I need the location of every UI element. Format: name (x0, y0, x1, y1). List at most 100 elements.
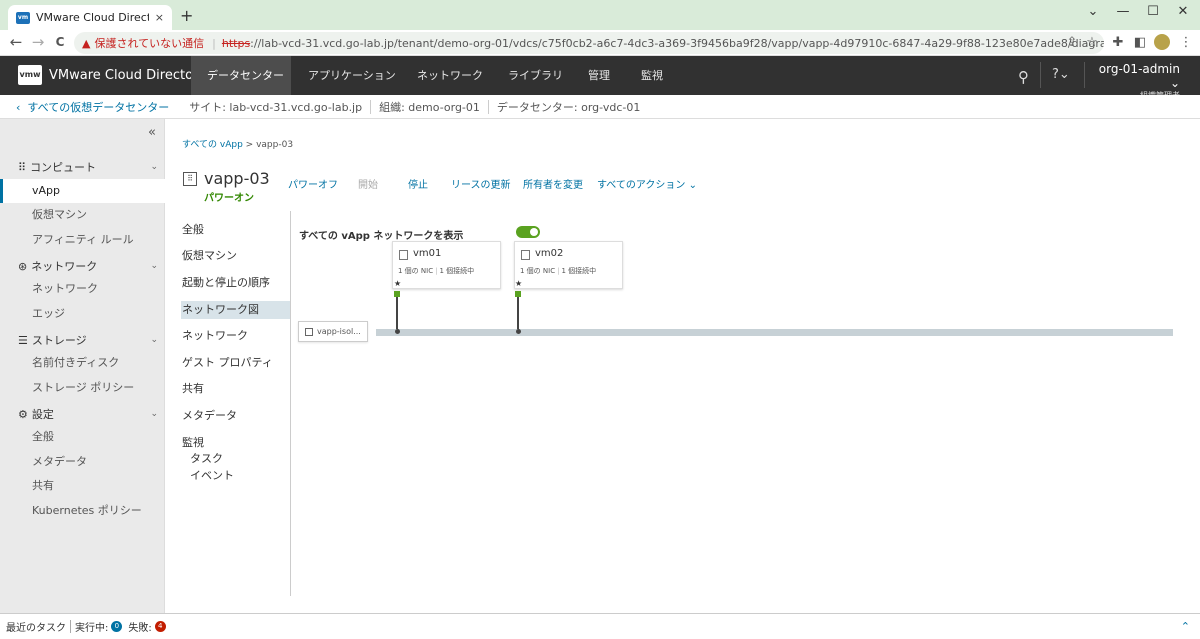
vm-icon (399, 250, 408, 260)
running-count-badge[interactable]: 0 (111, 621, 123, 632)
reload-icon[interactable]: C (50, 35, 70, 49)
vm-card-vm01[interactable]: vm01 1 個の NIC | 1 個接続中 (392, 241, 501, 289)
sidebar-item-storage-policies[interactable]: ストレージ ポリシー (0, 376, 165, 400)
sidebar-item-vapp[interactable]: vApp (0, 179, 165, 203)
tab-network-diagram[interactable]: ネットワーク図 (181, 301, 290, 319)
all-actions-dropdown[interactable]: すべてのアクション ⌄ (597, 176, 697, 191)
breadcrumb: すべての vApp > vapp-03 (182, 137, 293, 150)
minimize-button[interactable]: — (1108, 4, 1138, 19)
tab-sharing[interactable]: 共有 (181, 380, 290, 398)
sidebar-group-label: ネットワーク (31, 260, 98, 273)
nav-libraries[interactable]: ライブラリ (492, 56, 579, 95)
chevron-down-icon: ⌄ (150, 335, 158, 345)
nav-datacenter[interactable]: データセンター (191, 56, 291, 95)
tab-general[interactable]: 全般 (181, 221, 290, 239)
failed-count-badge[interactable]: 4 (154, 621, 166, 632)
recent-tasks-label[interactable]: 最近のタスク (6, 619, 66, 634)
sidebar-group-networking[interactable]: ⊛ ネットワーク ⌄ (18, 258, 158, 274)
context-divider (370, 99, 372, 114)
show-all-networks-toggle[interactable] (516, 226, 540, 238)
warning-icon: ▲ (82, 36, 91, 50)
datacenter-label: データセンター: org-vdc-01 (496, 100, 641, 114)
url-path: ://lab-vcd-31.vcd.go-lab.jp/tenant/demo-… (250, 36, 1104, 50)
sidebar-item-metadata[interactable]: メタデータ (0, 450, 165, 474)
nav-networks[interactable]: ネットワーク (401, 56, 499, 95)
extensions-icon[interactable]: ✚ (1108, 35, 1128, 50)
breadcrumb-current: vapp-03 (256, 140, 294, 150)
sidebar-item-networks[interactable]: ネットワーク (0, 277, 165, 301)
vmware-logo: vmw (18, 65, 42, 85)
start-button[interactable]: 開始 (358, 176, 378, 191)
tab-vms[interactable]: 仮想マシン (181, 247, 290, 265)
tab-events[interactable]: イベント (181, 467, 290, 485)
browser-tab-title: VMware Cloud Director - vApp (36, 11, 149, 24)
sidebar-group-label: 設定 (31, 408, 54, 421)
share-icon[interactable]: ⇪ (1062, 35, 1082, 50)
help-icon[interactable]: ?⌄ (1052, 67, 1070, 82)
bookmark-star-icon[interactable]: ☆ (1082, 35, 1102, 50)
search-icon[interactable]: ⚲ (1018, 68, 1029, 86)
stop-button[interactable]: 停止 (408, 176, 428, 191)
sidebar-group-label: コンピュート (30, 161, 97, 174)
header-divider (1084, 62, 1085, 88)
connection-dot (395, 329, 400, 334)
back-link-label: すべての仮想データセンター (27, 100, 170, 114)
breadcrumb-all-vapps[interactable]: すべての vApp (182, 140, 243, 150)
tab-metadata[interactable]: メタデータ (181, 407, 290, 425)
browser-menu-icon[interactable]: ⋮ (1176, 35, 1196, 50)
chevron-down-icon: ⌄ (150, 409, 158, 419)
browser-address-bar: ← → C ▲ 保護されていない通信 | https ://lab-vcd-31… (0, 30, 1200, 56)
nav-monitor[interactable]: 監視 (625, 56, 679, 95)
browser-tab[interactable]: vm VMware Cloud Director - vApp × (8, 5, 172, 30)
context-bar: ‹ すべての仮想データセンター サイト: lab-vcd-31.vcd.go-l… (0, 95, 1200, 119)
close-window-button[interactable]: ✕ (1168, 4, 1198, 19)
app-title: VMware Cloud Director (49, 68, 199, 83)
network-name: vapp-isol... (317, 327, 361, 336)
user-name: org-01-admin ⌄ (1098, 62, 1180, 90)
sidebar-group-storage[interactable]: ☰ ストレージ ⌄ (18, 332, 158, 348)
tab-startup-order[interactable]: 起動と停止の順序 (181, 274, 290, 292)
sidebar-item-affinity-rules[interactable]: アフィニティ ルール (0, 228, 165, 252)
back-to-vdcs-link[interactable]: ‹ すべての仮想データセンター (16, 99, 169, 115)
maximize-button[interactable]: ☐ (1138, 4, 1168, 19)
sidebar-item-general[interactable]: 全般 (0, 425, 165, 449)
sidebar-item-edges[interactable]: エッジ (0, 302, 165, 326)
tab-tasks[interactable]: タスク (181, 450, 290, 468)
vcd-header: vmw VMware Cloud Director データセンター アプリケーシ… (0, 56, 1200, 100)
sidebar-item-sharing[interactable]: 共有 (0, 474, 165, 498)
tab-networks[interactable]: ネットワーク (181, 327, 290, 345)
vm-card-vm02[interactable]: vm02 1 個の NIC | 1 個接続中 (514, 241, 623, 289)
new-tab-button[interactable]: + (180, 8, 193, 24)
sidebar-group-settings[interactable]: ⚙ 設定 ⌄ (18, 406, 158, 422)
change-owner-button[interactable]: 所有者を変更 (523, 176, 583, 191)
forward-icon[interactable]: → (28, 33, 48, 51)
back-icon[interactable]: ← (6, 33, 26, 51)
sidebar-item-kubernetes-policies[interactable]: Kubernetes ポリシー (0, 499, 165, 523)
tab-search-chevron-icon[interactable]: ⌄ (1078, 4, 1108, 19)
url-omnibox[interactable]: ▲ 保護されていない通信 | https ://lab-vcd-31.vcd.g… (74, 32, 1104, 54)
omnibox-divider: | (212, 36, 216, 50)
network-card[interactable]: vapp-isol... (298, 321, 368, 342)
primary-nic-star-icon: ★ (515, 279, 523, 288)
tab-guest-properties[interactable]: ゲスト プロパティ (181, 354, 290, 372)
compute-icon: ⠿ (18, 160, 27, 174)
profile-avatar[interactable] (1154, 34, 1170, 50)
renew-lease-button[interactable]: リースの更新 (451, 176, 511, 191)
nav-applications[interactable]: アプリケーション (292, 56, 412, 95)
close-tab-icon[interactable]: × (155, 11, 164, 24)
power-off-button[interactable]: パワーオフ (288, 176, 338, 191)
sidebar-group-compute[interactable]: ⠿ コンピュート ⌄ (18, 159, 158, 175)
insecure-connection-label[interactable]: 保護されていない通信 (94, 35, 204, 51)
browser-tab-strip: vm VMware Cloud Director - vApp × + ⌄ — … (0, 0, 1200, 30)
collapse-sidebar-icon[interactable]: « (148, 125, 156, 140)
show-all-networks-label: すべての vApp ネットワークを表示 (299, 231, 464, 242)
nav-administration[interactable]: 管理 (572, 56, 626, 95)
chevron-down-icon: ⌄ (150, 162, 158, 172)
sidebar-item-named-disks[interactable]: 名前付きディスク (0, 351, 165, 375)
network-bus[interactable] (376, 329, 1173, 336)
expand-tasks-icon[interactable]: ⌃ (1181, 620, 1190, 633)
subnav-divider (290, 211, 291, 596)
vm-name: vm02 (535, 248, 564, 259)
sidebar-item-vms[interactable]: 仮想マシン (0, 203, 165, 227)
side-panel-icon[interactable]: ◧ (1130, 35, 1150, 50)
